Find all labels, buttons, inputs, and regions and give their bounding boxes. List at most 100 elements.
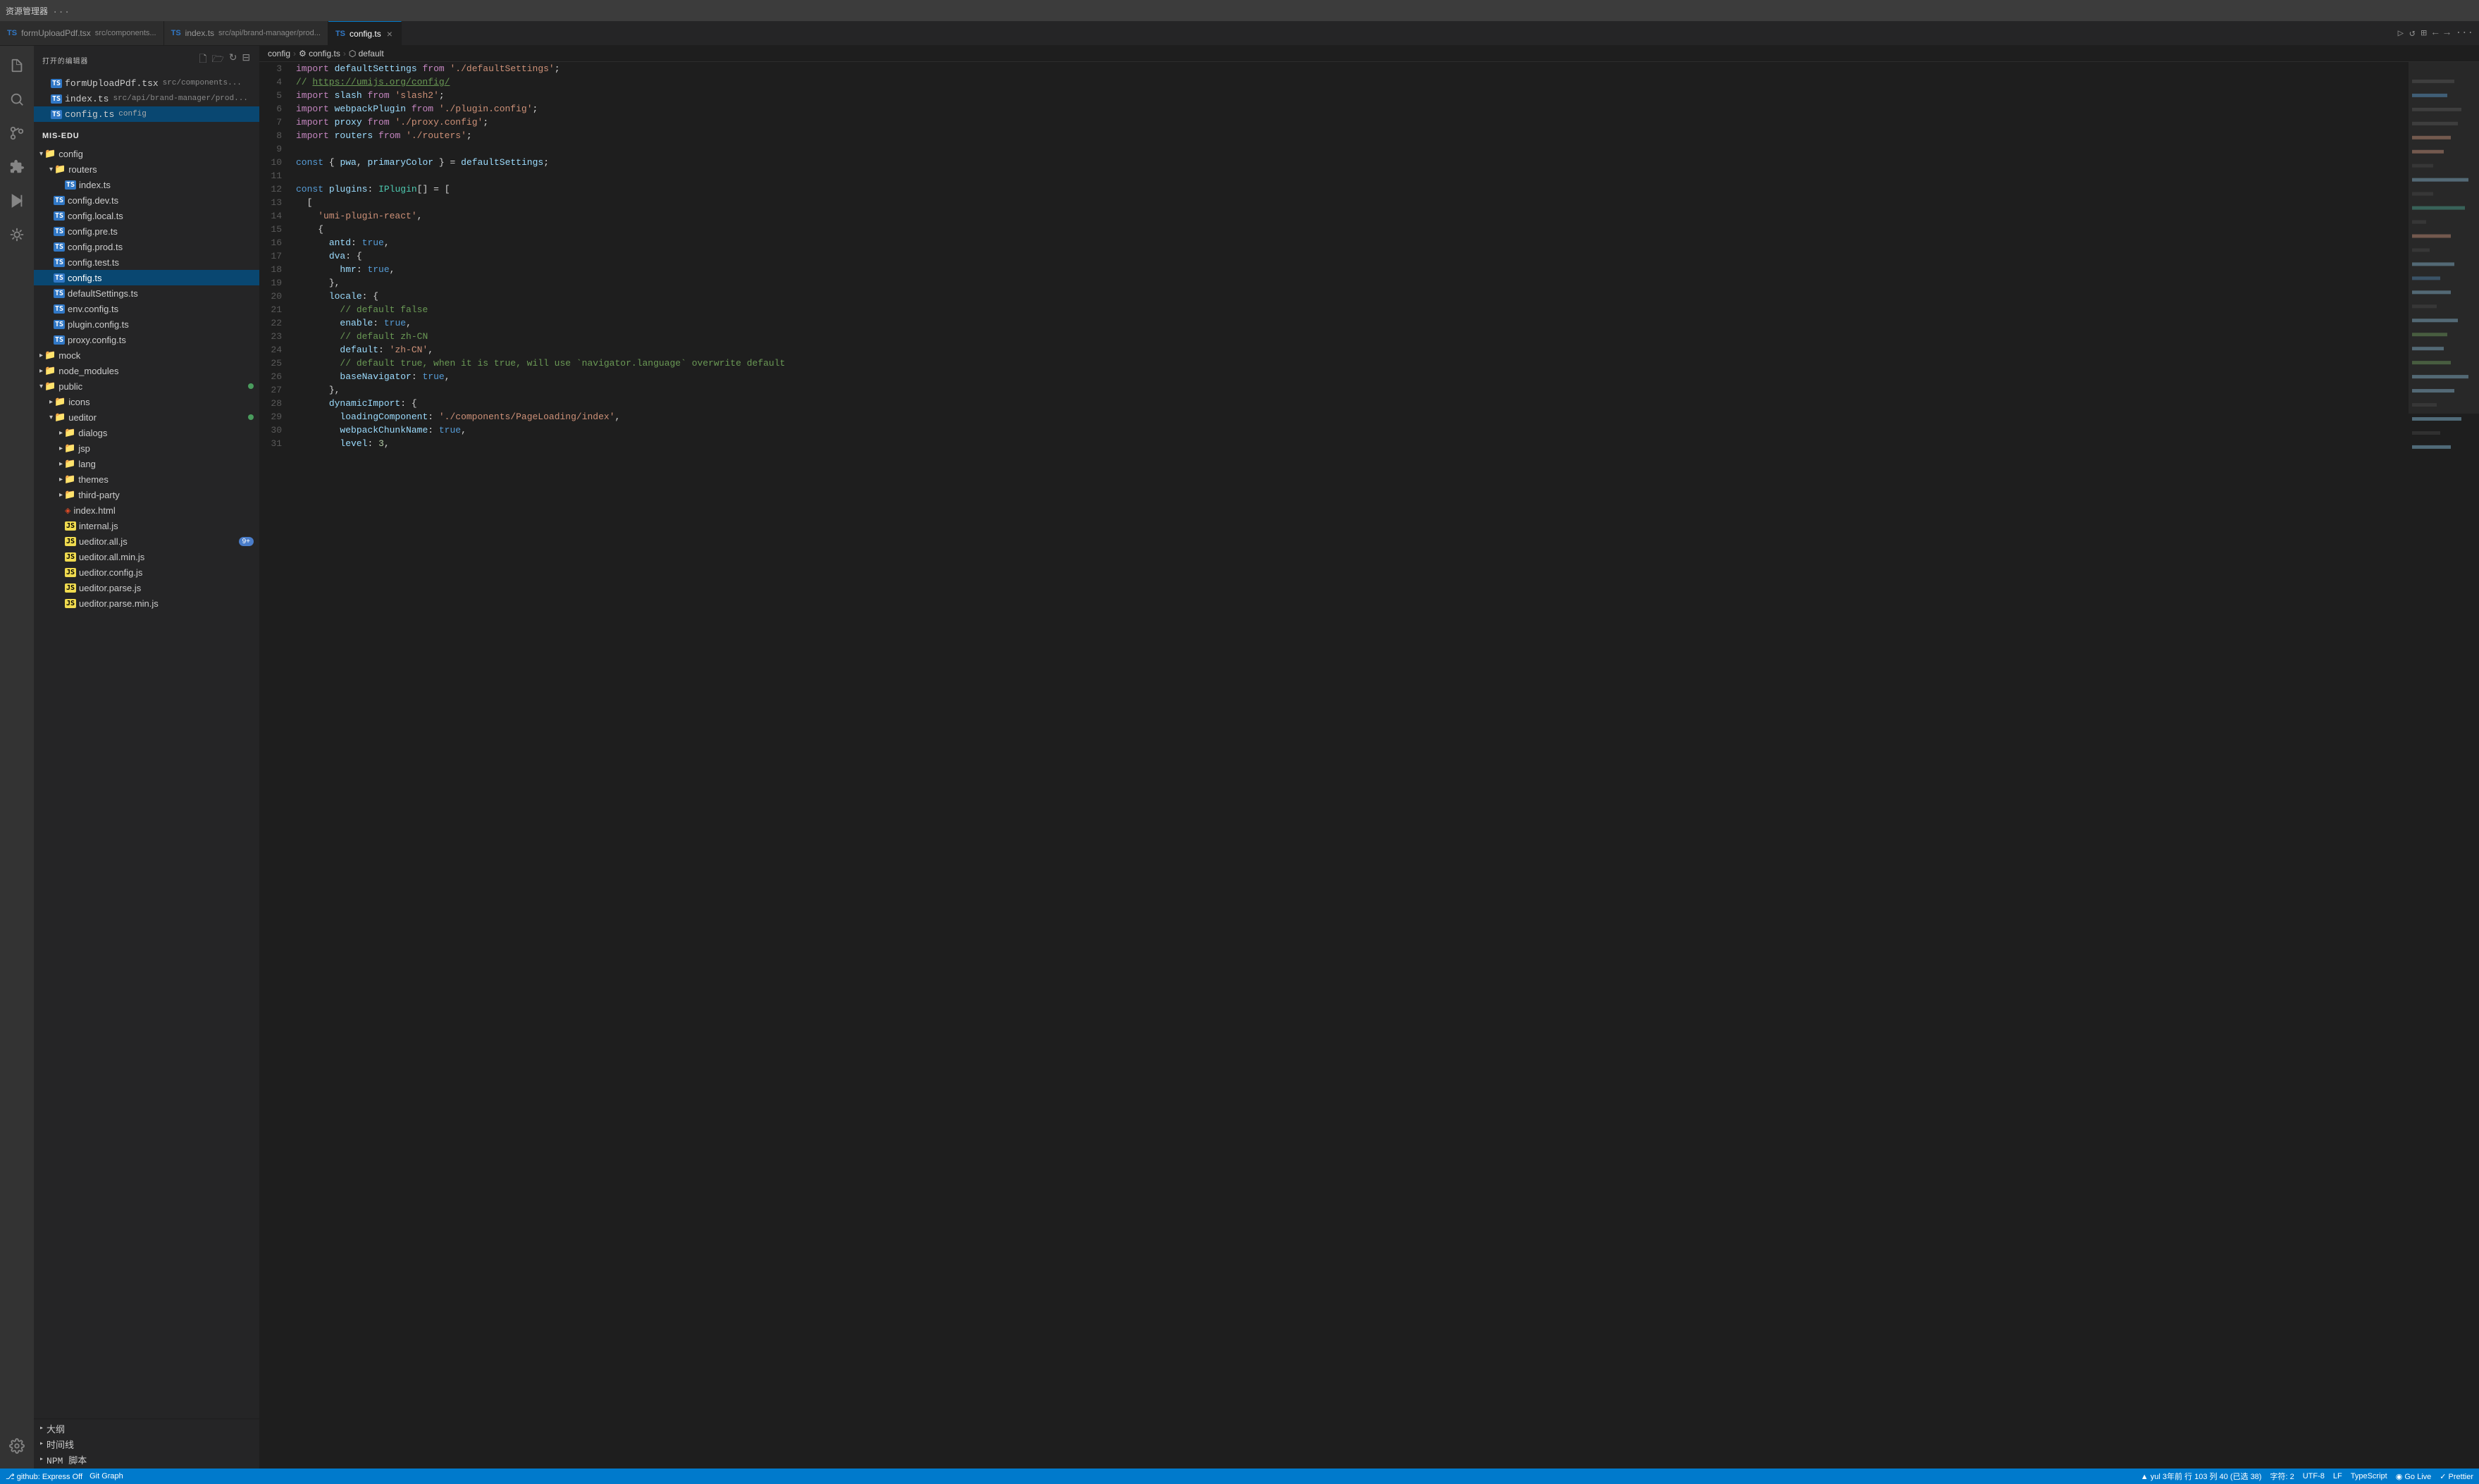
- line-content[interactable]: // https://umijs.org/config/: [293, 75, 2409, 89]
- activity-settings[interactable]: [0, 1429, 34, 1463]
- more-icon[interactable]: ···: [2456, 27, 2473, 39]
- file-ueditor-all-js[interactable]: JS ueditor.all.js 9+: [34, 533, 259, 549]
- file-config-ts[interactable]: TS config.ts: [34, 270, 259, 285]
- file-ueditor-parse-min-js[interactable]: JS ueditor.parse.min.js: [34, 595, 259, 611]
- line-content[interactable]: import slash from 'slash2';: [293, 89, 2409, 102]
- status-branch[interactable]: ⎇ github: Express Off: [6, 1472, 82, 1481]
- status-chars[interactable]: 字符: 2: [2270, 1471, 2294, 1482]
- status-encoding[interactable]: UTF-8: [2303, 1472, 2325, 1480]
- timeline-section[interactable]: ▸ 时间线: [34, 1436, 259, 1452]
- open-editor-configTs[interactable]: TS config.ts config: [34, 106, 259, 122]
- file-config-pre[interactable]: TS config.pre.ts: [34, 223, 259, 239]
- line-content[interactable]: import routers from './routers';: [293, 129, 2409, 142]
- outline-section[interactable]: ▸ 大纲: [34, 1421, 259, 1436]
- status-prettier[interactable]: ✓ Prettier: [2440, 1472, 2473, 1481]
- activity-run[interactable]: [0, 184, 34, 218]
- folder-third-party[interactable]: ▸ 📁 third-party: [34, 487, 259, 502]
- run-icon[interactable]: ▷: [2398, 27, 2404, 39]
- line-content[interactable]: default: 'zh-CN',: [293, 343, 2409, 357]
- new-file-icon[interactable]: 🗋: [199, 51, 207, 68]
- collapse-icon[interactable]: ⊟: [242, 51, 251, 68]
- file-plugin-config[interactable]: TS plugin.config.ts: [34, 316, 259, 332]
- status-git-graph[interactable]: Git Graph: [89, 1472, 123, 1480]
- folder-themes[interactable]: ▸ 📁 themes: [34, 471, 259, 487]
- folder-routers[interactable]: ▾ 📁 routers: [34, 161, 259, 177]
- line-content[interactable]: },: [293, 383, 2409, 397]
- file-proxy-config[interactable]: TS proxy.config.ts: [34, 332, 259, 347]
- file-ueditor-parse-js[interactable]: JS ueditor.parse.js: [34, 580, 259, 595]
- breadcrumb-config-ts[interactable]: ⚙ config.ts: [299, 49, 340, 58]
- line-content[interactable]: locale: {: [293, 290, 2409, 303]
- status-language[interactable]: TypeScript: [2351, 1472, 2387, 1480]
- folder-icons[interactable]: ▸ 📁 icons: [34, 394, 259, 409]
- activity-debug[interactable]: [0, 218, 34, 252]
- file-config-test[interactable]: TS config.test.ts: [34, 254, 259, 270]
- split-icon[interactable]: ⊞: [2421, 27, 2427, 39]
- file-ueditor-all-min-js[interactable]: JS ueditor.all.min.js: [34, 549, 259, 564]
- new-folder-icon[interactable]: 🗁: [212, 51, 225, 68]
- line-content[interactable]: },: [293, 276, 2409, 290]
- open-editor-formUploadPdf[interactable]: TS formUploadPdf.tsx src/components...: [34, 75, 259, 91]
- line-content[interactable]: // default true, when it is true, will u…: [293, 357, 2409, 370]
- line-content[interactable]: dva: {: [293, 249, 2409, 263]
- tab-indexTs[interactable]: TS index.ts src/api/brand-manager/prod..…: [164, 21, 328, 45]
- folder-config[interactable]: ▾ 📁 config: [34, 146, 259, 161]
- refresh-icon[interactable]: ↻: [229, 51, 238, 68]
- file-defaultSettings[interactable]: TS defaultSettings.ts: [34, 285, 259, 301]
- line-content[interactable]: baseNavigator: true,: [293, 370, 2409, 383]
- folder-node-modules[interactable]: ▸ 📁 node_modules: [34, 363, 259, 378]
- file-config-dev[interactable]: TS config.dev.ts: [34, 192, 259, 208]
- line-content[interactable]: const { pwa, primaryColor } = defaultSet…: [293, 156, 2409, 169]
- line-content[interactable]: const plugins: IPlugin[] = [: [293, 183, 2409, 196]
- status-golive[interactable]: ◉ Go Live: [2396, 1472, 2432, 1481]
- line-content[interactable]: 'umi-plugin-react',: [293, 209, 2409, 223]
- folder-mock[interactable]: ▸ 📁 mock: [34, 347, 259, 363]
- tab-configTs[interactable]: TS config.ts ×: [328, 21, 402, 45]
- activity-files[interactable]: [0, 49, 34, 82]
- tab-close-button[interactable]: ×: [385, 28, 394, 39]
- file-ueditor-config-js[interactable]: JS ueditor.config.js: [34, 564, 259, 580]
- folder-public[interactable]: ▾ 📁 public: [34, 378, 259, 394]
- line-content[interactable]: level: 3,: [293, 437, 2409, 450]
- folder-dialogs[interactable]: ▸ 📁 dialogs: [34, 425, 259, 440]
- back-icon[interactable]: ←: [2432, 27, 2438, 39]
- line-content[interactable]: webpackChunkName: true,: [293, 423, 2409, 437]
- line-content[interactable]: dynamicImport: {: [293, 397, 2409, 410]
- line-content[interactable]: import webpackPlugin from './plugin.conf…: [293, 102, 2409, 116]
- file-internal-js[interactable]: JS internal.js: [34, 518, 259, 533]
- line-content[interactable]: import proxy from './proxy.config';: [293, 116, 2409, 129]
- file-routers-index[interactable]: TS index.ts: [34, 177, 259, 192]
- npm-scripts-section[interactable]: ▸ NPM 脚本: [34, 1452, 259, 1467]
- tab-formUploadPdf[interactable]: TS formUploadPdf.tsx src/components...: [0, 21, 164, 45]
- code-editor[interactable]: 3 import defaultSettings from './default…: [259, 62, 2409, 1468]
- line-content[interactable]: enable: true,: [293, 316, 2409, 330]
- file-index-html[interactable]: ◈ index.html: [34, 502, 259, 518]
- line-content[interactable]: [: [293, 196, 2409, 209]
- line-content[interactable]: loadingComponent: './components/PageLoad…: [293, 410, 2409, 423]
- line-content[interactable]: antd: true,: [293, 236, 2409, 249]
- folder-jsp[interactable]: ▸ 📁 jsp: [34, 440, 259, 456]
- line-content[interactable]: import defaultSettings from './defaultSe…: [293, 62, 2409, 75]
- activity-search[interactable]: [0, 82, 34, 116]
- file-env-config[interactable]: TS env.config.ts: [34, 301, 259, 316]
- activity-extensions[interactable]: [0, 150, 34, 184]
- breadcrumb-config[interactable]: config: [268, 49, 290, 58]
- forward-icon[interactable]: →: [2444, 27, 2449, 39]
- line-content[interactable]: // default zh-CN: [293, 330, 2409, 343]
- status-position[interactable]: ▲ yul 3年前 行 103 列 40 (已选 38): [2141, 1471, 2262, 1482]
- folder-lang[interactable]: ▸ 📁 lang: [34, 456, 259, 471]
- folder-ueditor[interactable]: ▾ 📁 ueditor: [34, 409, 259, 425]
- line-content[interactable]: // default false: [293, 303, 2409, 316]
- breadcrumb-default[interactable]: ⬡ default: [349, 49, 384, 58]
- file-config-prod[interactable]: TS config.prod.ts: [34, 239, 259, 254]
- line-content[interactable]: [293, 142, 2409, 156]
- open-editor-indexTs[interactable]: TS index.ts src/api/brand-manager/prod..…: [34, 91, 259, 106]
- status-eol[interactable]: LF: [2333, 1472, 2342, 1480]
- history-icon[interactable]: ↺: [2409, 27, 2415, 39]
- line-content[interactable]: hmr: true,: [293, 263, 2409, 276]
- line-content[interactable]: [293, 169, 2409, 183]
- line-content[interactable]: {: [293, 223, 2409, 236]
- title-dots[interactable]: ...: [52, 5, 70, 16]
- file-config-local[interactable]: TS config.local.ts: [34, 208, 259, 223]
- activity-git[interactable]: [0, 116, 34, 150]
